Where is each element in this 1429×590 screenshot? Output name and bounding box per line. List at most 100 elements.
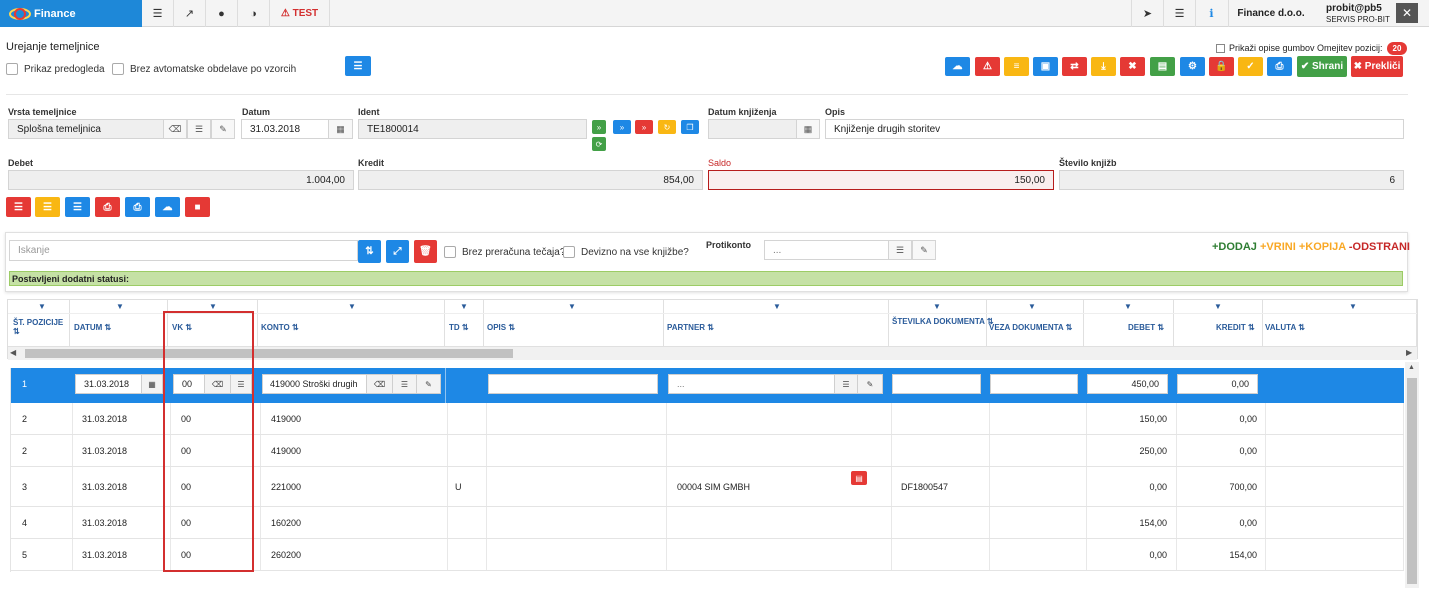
column-header-label[interactable]: OPIS ⇅ <box>487 323 515 332</box>
sort-button[interactable]: ⇅ <box>358 240 381 263</box>
scroll-up-icon[interactable]: ▲ <box>1408 364 1415 371</box>
edit-icon[interactable]: ✎ <box>857 374 883 394</box>
column-header-label[interactable]: ŠT. POZICIJE ⇅ <box>13 318 71 336</box>
test-indicator[interactable]: ⚠ TEST <box>270 0 330 27</box>
eraser-icon[interactable]: ⌫ <box>163 119 187 139</box>
saldo-field[interactable]: 150,00 <box>708 170 1054 190</box>
add-row-link[interactable]: +DODAJ <box>1212 241 1257 253</box>
edit-icon[interactable]: ✎ <box>912 240 936 260</box>
column-header-label[interactable]: TD ⇅ <box>449 323 469 332</box>
list-button[interactable]: ☰ <box>345 56 371 76</box>
datum-knj-field[interactable] <box>708 119 797 139</box>
list-yellow-button[interactable]: ☰ <box>35 197 60 217</box>
lock-button[interactable]: 🔒 <box>1209 57 1234 76</box>
sync-icon[interactable]: ⟳ <box>592 137 606 151</box>
check-button[interactable]: ✓ <box>1238 57 1263 76</box>
last-icon[interactable]: » <box>635 120 653 134</box>
user-info[interactable]: probit@pb5 SERVIS PRO-BIT <box>1314 0 1394 27</box>
sort-icon[interactable]: ⇅ <box>506 323 515 332</box>
filter-icon[interactable]: ▼ <box>1214 302 1222 311</box>
filter-icon[interactable]: ▼ <box>1028 302 1036 311</box>
debet-input[interactable]: 450,00 <box>1087 374 1168 394</box>
datum-input[interactable]: 31.03.2018 <box>75 374 144 394</box>
kredit-field[interactable]: 854,00 <box>358 170 703 190</box>
protikonto-field[interactable]: ... <box>764 240 889 260</box>
column-header-label[interactable]: DEBET ⇅ <box>1128 323 1164 332</box>
filter-icon[interactable]: ▼ <box>116 302 124 311</box>
opis-input[interactable] <box>488 374 658 394</box>
column-header-label[interactable]: KREDIT ⇅ <box>1216 323 1255 332</box>
book-button[interactable]: ▣ <box>1033 57 1058 76</box>
pencil-icon[interactable]: ✎ <box>416 374 441 394</box>
calendar-icon[interactable]: ▦ <box>328 119 353 139</box>
sort-icon[interactable]: ⇅ <box>1155 323 1164 332</box>
filter-icon[interactable]: ▼ <box>209 302 217 311</box>
column-header-label[interactable]: DATUM ⇅ <box>74 323 111 332</box>
column-header-label[interactable]: VEZA DOKUMENTA ⇅ <box>989 323 1072 332</box>
sort-icon[interactable]: ⇅ <box>1246 323 1255 332</box>
vrsta-field[interactable]: Splošna temeljnica <box>8 119 164 139</box>
cancel-button[interactable]: ✖ Prekliči <box>1351 56 1403 77</box>
expand-button[interactable]: ⤢ <box>386 240 409 263</box>
table-row[interactable]: 5 31.03.2018 00 260200 0,00 154,00 <box>11 539 1404 571</box>
copy-row-link[interactable]: +KOPIJA <box>1299 241 1346 253</box>
list-icon[interactable]: ☰ <box>834 374 858 394</box>
swap-button[interactable]: ⇄ <box>1062 57 1087 76</box>
sort-icon[interactable]: ⇅ <box>13 327 20 336</box>
lines-button[interactable]: ≡ <box>1004 57 1029 76</box>
contrast-icon[interactable]: ◑ <box>238 0 270 27</box>
scrollbar-thumb[interactable] <box>1407 378 1417 584</box>
scrollbar-thumb[interactable] <box>25 349 513 358</box>
debet-field[interactable]: 1.004,00 <box>8 170 354 190</box>
selected-row[interactable]: 1 31.03.2018 ▦ 00 ⌫ ☰ 419000 Stroški dru… <box>11 368 1404 403</box>
app-logo[interactable]: Finance <box>0 0 142 27</box>
list-icon[interactable]: ☰ <box>392 374 417 394</box>
export-button[interactable]: ▤ <box>1150 57 1175 76</box>
fast-forward-icon[interactable]: » <box>613 120 631 134</box>
copy-icon[interactable]: ❐ <box>681 120 699 134</box>
print-blue-button[interactable]: ⎙ <box>125 197 150 217</box>
share-button[interactable]: ⚙ <box>1180 57 1205 76</box>
filter-icon[interactable]: ▼ <box>460 302 468 311</box>
opis-field[interactable]: Knjiženje drugih storitev <box>825 119 1404 139</box>
devizno-checkbox[interactable] <box>563 246 575 258</box>
table-row[interactable]: 2 31.03.2018 00 419000 250,00 0,00 <box>11 435 1404 467</box>
sort-icon[interactable]: ⇅ <box>705 323 714 332</box>
filter-icon[interactable]: ▼ <box>1124 302 1132 311</box>
sort-icon[interactable]: ⇅ <box>102 323 112 332</box>
scroll-right-icon[interactable]: ▶ <box>1406 348 1412 357</box>
kredit-input[interactable]: 0,00 <box>1177 374 1258 394</box>
pencil-icon[interactable]: ✎ <box>211 119 235 139</box>
column-header-label[interactable]: ŠTEVILKA DOKUMENTA ⇅ <box>892 317 994 326</box>
forward-icon[interactable]: » <box>592 120 606 134</box>
alert-button[interactable]: ⚠ <box>975 57 1000 76</box>
menu-icon[interactable]: ☰ <box>1163 0 1195 27</box>
import-button[interactable]: ⤓ <box>1091 57 1116 76</box>
partner-input[interactable]: ... <box>668 374 836 394</box>
column-header-label[interactable]: VALUTA ⇅ <box>1265 323 1305 332</box>
cloud-upload-button[interactable]: ☁ <box>155 197 180 217</box>
column-header-label[interactable]: PARTNER ⇅ <box>667 323 714 332</box>
filter-icon[interactable]: ▼ <box>568 302 576 311</box>
veza-input[interactable] <box>990 374 1078 394</box>
print-button[interactable]: ⎙ <box>1267 57 1292 76</box>
remove-row-link[interactable]: -ODSTRANI <box>1349 241 1410 253</box>
scroll-left-icon[interactable]: ◀ <box>10 348 16 357</box>
print-red-button[interactable]: ⎙ <box>95 197 120 217</box>
no-auto-checkbox[interactable] <box>112 63 124 75</box>
sort-icon[interactable]: ⇅ <box>460 323 469 332</box>
filter-icon[interactable]: ▼ <box>933 302 941 311</box>
show-desc-checkbox[interactable] <box>1216 44 1225 53</box>
search-input[interactable]: Iskanje <box>9 240 358 261</box>
calendar-icon[interactable]: ▦ <box>141 374 163 394</box>
stop-button[interactable]: ■ <box>185 197 210 217</box>
stevilo-field[interactable]: 6 <box>1059 170 1404 190</box>
vertical-scrollbar[interactable]: ▲ <box>1405 362 1419 588</box>
send-icon[interactable]: ➤ <box>1131 0 1163 27</box>
filter-icon[interactable]: ▼ <box>773 302 781 311</box>
list-red-button[interactable]: ☰ <box>6 197 31 217</box>
insert-row-link[interactable]: +VRINI <box>1260 241 1296 253</box>
list-icon[interactable]: ☰ <box>230 374 252 394</box>
sort-icon[interactable]: ⇅ <box>1063 323 1073 332</box>
filter-icon[interactable]: ▼ <box>348 302 356 311</box>
